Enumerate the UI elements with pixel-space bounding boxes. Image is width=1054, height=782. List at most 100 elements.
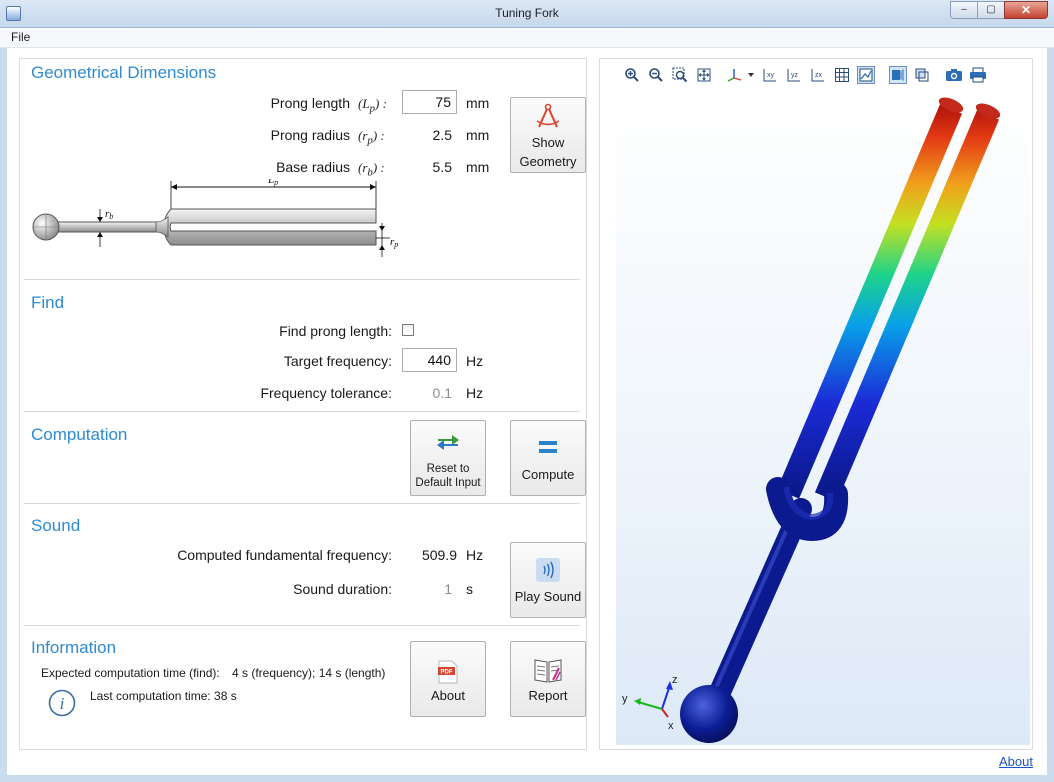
- base-radius-unit: mm: [466, 159, 490, 175]
- graphics-toolbar: xy yz zx: [620, 63, 990, 87]
- find-prong-length-label: Find prong length:: [279, 323, 392, 339]
- zoom-extents-icon[interactable]: [692, 64, 716, 86]
- geometry-sketch: Lp rb rp: [32, 179, 398, 257]
- zoom-out-icon[interactable]: [644, 64, 668, 86]
- axis-label-x: x: [668, 720, 674, 732]
- camera-icon[interactable]: [942, 64, 966, 86]
- svg-text:i: i: [60, 694, 65, 713]
- zoom-in-icon[interactable]: [620, 64, 644, 86]
- sound-wave-icon: [511, 557, 585, 586]
- window-title: Tuning Fork: [495, 6, 559, 20]
- compass-icon: [511, 103, 585, 134]
- base-radius-label: Base radius: [276, 159, 350, 175]
- sketch-rp-label: rp: [390, 236, 398, 249]
- about-button[interactable]: PDF About: [410, 641, 486, 717]
- expected-time-value: 4 s (frequency); 14 s (length): [232, 666, 386, 680]
- play-sound-button[interactable]: Play Sound: [510, 542, 586, 618]
- section-title-find: Find: [31, 293, 65, 312]
- minimize-button[interactable]: –: [950, 1, 977, 19]
- find-prong-length-checkbox[interactable]: [402, 324, 414, 336]
- report-button-label: Report: [528, 688, 568, 703]
- graphics-panel: xy yz zx z y x: [599, 58, 1033, 750]
- frequency-tolerance-value: 0.1: [432, 385, 452, 401]
- reset-label-2: Default Input: [415, 477, 481, 489]
- transparency-icon[interactable]: [886, 64, 910, 86]
- section-title-information: Information: [31, 638, 117, 657]
- client-area: Geometrical Dimensions Prong length (Lp)…: [0, 48, 1054, 782]
- target-frequency-unit: Hz: [466, 353, 484, 369]
- wireframe-icon[interactable]: [910, 64, 934, 86]
- reset-default-button[interactable]: Reset to Default Input: [410, 420, 486, 496]
- svg-text:xy: xy: [767, 72, 775, 79]
- svg-text:zx: zx: [815, 72, 823, 79]
- separator: [24, 503, 580, 504]
- report-button[interactable]: Report: [510, 641, 586, 717]
- sound-duration-label: Sound duration:: [293, 581, 392, 597]
- prong-length-input[interactable]: [402, 90, 457, 114]
- last-computation-time: Last computation time: 38 s: [90, 689, 237, 703]
- section-title-geometry: Geometrical Dimensions: [31, 63, 217, 82]
- target-frequency-input[interactable]: [402, 348, 457, 372]
- reset-label-1: Reset to: [426, 463, 470, 475]
- report-icon: [511, 658, 585, 687]
- svg-text:yz: yz: [791, 72, 799, 79]
- base-radius-symbol: (rb) :: [358, 160, 385, 179]
- prong-length-label: Prong length: [270, 95, 350, 111]
- show-geometry-button[interactable]: Show Geometry: [510, 97, 586, 173]
- tuning-fork-plot: z y x: [622, 97, 1001, 743]
- info-icon: i: [48, 689, 76, 720]
- menu-bar: File: [0, 28, 1054, 48]
- equals-icon: [511, 439, 585, 458]
- prong-radius-symbol: (rp) :: [358, 128, 385, 147]
- sketch-lp-label: Lp: [267, 179, 278, 187]
- close-button[interactable]: ✕: [1004, 1, 1048, 19]
- yz-view-icon[interactable]: yz: [782, 64, 806, 86]
- section-title-sound: Sound: [31, 516, 81, 535]
- prong-radius-unit: mm: [466, 127, 490, 143]
- section-title-computation: Computation: [31, 425, 128, 444]
- prong-radius-value: 2.5: [432, 127, 452, 143]
- compute-label: Compute: [521, 467, 575, 482]
- about-button-label: About: [431, 688, 465, 703]
- axis-label-y: y: [622, 693, 628, 705]
- play-sound-label: Play Sound: [514, 589, 582, 604]
- compute-button[interactable]: Compute: [510, 420, 586, 496]
- show-geometry-label-1: Show: [531, 135, 565, 150]
- target-frequency-label: Target frequency:: [283, 353, 392, 369]
- 3d-viewport[interactable]: z y x: [616, 89, 1030, 745]
- print-icon[interactable]: [966, 64, 990, 86]
- fundamental-frequency-label: Computed fundamental frequency:: [177, 547, 392, 563]
- axis-triad: z y x: [622, 674, 678, 732]
- menu-file[interactable]: File: [11, 30, 30, 44]
- scene-light-icon[interactable]: [854, 64, 878, 86]
- fundamental-frequency-unit: Hz: [466, 547, 484, 563]
- separator: [24, 411, 580, 412]
- svg-text:PDF: PDF: [441, 670, 453, 676]
- zoom-box-icon[interactable]: [668, 64, 692, 86]
- axis-label-z: z: [672, 674, 678, 686]
- base-radius-value: 5.5: [432, 159, 452, 175]
- show-geometry-label-2: Geometry: [519, 154, 577, 169]
- reset-arrows-icon: [411, 431, 485, 456]
- about-link[interactable]: About: [999, 754, 1033, 769]
- pdf-icon: PDF: [411, 660, 485, 687]
- separator: [24, 625, 580, 626]
- sound-duration-value: 1: [444, 581, 452, 597]
- prong-length-unit: mm: [466, 95, 490, 111]
- sketch-rb-label: rb: [105, 208, 113, 221]
- grid-icon[interactable]: [830, 64, 854, 86]
- window-controls: – ▢ ✕: [950, 1, 1048, 19]
- prong-length-symbol: (Lp) :: [358, 96, 387, 115]
- sound-duration-unit: s: [466, 581, 473, 597]
- form-panel: Geometrical Dimensions Prong length (Lp)…: [19, 58, 587, 750]
- expected-time-label: Expected computation time (find):: [41, 666, 220, 680]
- fundamental-frequency-value: 509.9: [421, 547, 457, 563]
- separator: [24, 279, 580, 280]
- view-axis-icon[interactable]: [724, 64, 758, 86]
- title-bar: Tuning Fork – ▢ ✕: [0, 0, 1054, 28]
- xy-view-icon[interactable]: xy: [758, 64, 782, 86]
- prong-radius-label: Prong radius: [270, 127, 350, 143]
- maximize-button[interactable]: ▢: [977, 1, 1004, 19]
- frequency-tolerance-label: Frequency tolerance:: [260, 385, 392, 401]
- zx-view-icon[interactable]: zx: [806, 64, 830, 86]
